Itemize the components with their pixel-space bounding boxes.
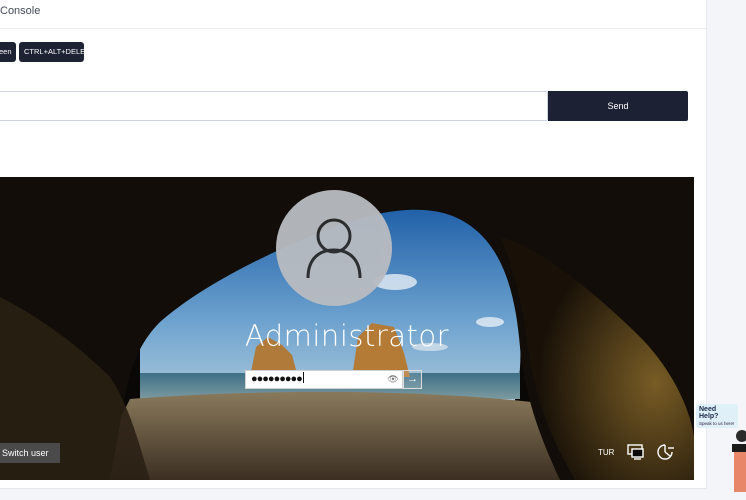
command-input[interactable] bbox=[0, 91, 548, 121]
panel-title: Console bbox=[0, 5, 41, 17]
switch-user-button[interactable]: Switch user bbox=[0, 443, 60, 463]
send-button[interactable]: Send bbox=[548, 91, 688, 121]
ease-of-access-icon[interactable] bbox=[655, 443, 675, 461]
help-title: Need Help? bbox=[699, 406, 719, 420]
help-bubble[interactable]: Need Help? Speak to us here! bbox=[696, 404, 738, 428]
help-subtitle: Speak to us here! bbox=[699, 421, 735, 426]
screen-button[interactable]: een bbox=[0, 42, 16, 62]
language-indicator[interactable]: TUR bbox=[598, 448, 614, 457]
text-caret bbox=[302, 372, 304, 383]
panel-header: Console bbox=[0, 0, 706, 29]
eye-icon[interactable]: 👁 bbox=[386, 373, 400, 386]
user-silhouette-icon bbox=[306, 218, 362, 279]
login-username: Administrator bbox=[244, 319, 450, 353]
network-icon[interactable] bbox=[626, 443, 646, 461]
remote-console-screen[interactable]: Administrator ●●●●●●●●● 👁 → Switch user … bbox=[0, 177, 694, 480]
password-mask: ●●●●●●●●● bbox=[251, 373, 303, 385]
ctrl-alt-delete-button[interactable]: CTRL+ALT+DELETE bbox=[19, 42, 95, 62]
user-avatar bbox=[276, 190, 392, 306]
password-input[interactable]: ●●●●●●●●● bbox=[245, 370, 403, 389]
console-panel: Console een CTRL+ALT+DELETE Send Adminis… bbox=[0, 0, 707, 489]
arrow-right-icon[interactable]: → bbox=[403, 370, 422, 389]
help-widget[interactable]: Need Help? Speak to us here! bbox=[694, 404, 746, 494]
support-agent-icon bbox=[732, 430, 746, 492]
